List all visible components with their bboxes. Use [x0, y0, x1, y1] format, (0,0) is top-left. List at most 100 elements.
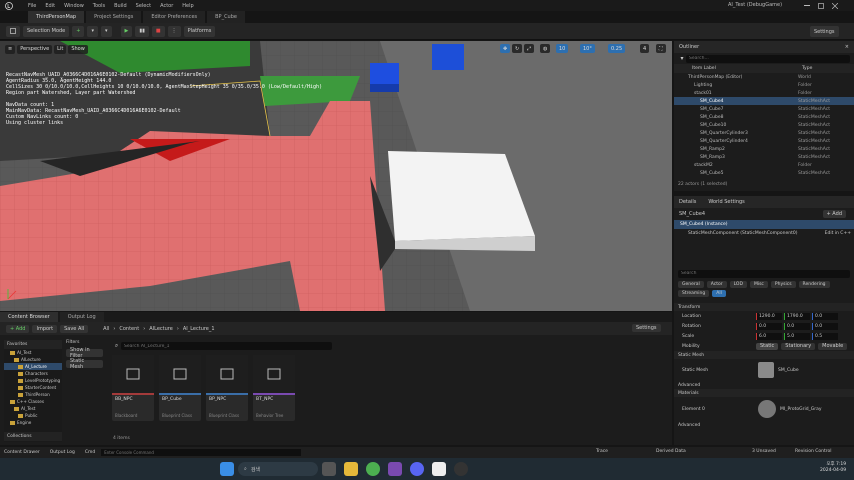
folder-tree-item[interactable]: C++ Classes [4, 398, 62, 405]
scale-tool-button[interactable]: ⤢ [524, 44, 535, 53]
scale-field[interactable]: 5.0 [784, 332, 810, 340]
visual-studio-icon[interactable] [388, 462, 402, 476]
folder-tree-item[interactable]: AI_Test [4, 405, 62, 412]
breadcrumb-item[interactable]: Content [119, 326, 139, 332]
outliner-row[interactable]: SM_Cube5 StaticMeshAct [674, 169, 854, 177]
minimize-icon[interactable] [800, 1, 814, 10]
add-actor-button[interactable]: + [72, 25, 85, 37]
transform-section[interactable]: Transform [674, 303, 854, 311]
chrome-icon[interactable] [366, 462, 380, 476]
static-mesh-value[interactable]: SM_Cube [778, 368, 799, 373]
component-root[interactable]: SM_Cube4 (Instance) [674, 220, 854, 229]
play-button[interactable]: ▶ [120, 25, 133, 37]
material-thumbnail[interactable] [758, 400, 776, 418]
folder-tree-item[interactable]: AILecture [4, 356, 62, 363]
outliner-row[interactable]: SM_Cube4 StaticMeshAct [674, 97, 854, 105]
taskbar-search[interactable]: ⌕ 검색 [238, 462, 318, 476]
mobility-movable[interactable]: Movable [818, 342, 848, 350]
maximize-viewport-button[interactable]: ⛶ [656, 44, 666, 53]
tab-bp-cube[interactable]: BP_Cube [207, 11, 245, 23]
cb-add-button[interactable]: + Add [6, 324, 30, 333]
menu-file[interactable]: File [28, 3, 36, 9]
folder-tree-item[interactable]: LevelPrototyping [4, 377, 62, 384]
filter-icon[interactable]: ▾ [678, 55, 686, 62]
outliner-row[interactable]: SM_Cube10 StaticMeshAct [674, 121, 854, 129]
details-filter-button[interactable]: General [678, 281, 704, 288]
actor-name[interactable]: SM_Cube4 [679, 211, 705, 217]
add-component-button[interactable]: + Add [822, 210, 846, 218]
settings-button[interactable]: Settings [810, 26, 839, 37]
tab-editor-preferences[interactable]: Editor Preferences [143, 11, 206, 23]
folder-tree-item[interactable]: ThirdPerson [4, 391, 62, 398]
rotation-field[interactable]: 0.0 [812, 322, 838, 330]
location-field[interactable]: 1290.0 [756, 312, 782, 320]
outliner-row[interactable]: SM_Ramp2 StaticMeshAct [674, 145, 854, 153]
cmd-dropdown[interactable]: Cmd [85, 450, 95, 455]
outliner-row[interactable]: stack01 Folder [674, 89, 854, 97]
details-filter-button[interactable]: Rendering [798, 281, 830, 288]
breadcrumb-item[interactable]: AI_Lecture_1 [183, 326, 215, 332]
rotate-tool-button[interactable]: ↻ [512, 44, 523, 53]
folder-tree-item[interactable]: Engine [4, 419, 62, 426]
details-filter-button[interactable]: Misc [749, 281, 768, 288]
perspective-button[interactable]: Perspective [17, 44, 53, 54]
grid-snap-button[interactable]: 10 [556, 44, 569, 53]
outliner-row[interactable]: SM_QuarterCylinder3 StaticMeshAct [674, 129, 854, 137]
cb-save-all-button[interactable]: Save All [60, 324, 89, 333]
menu-help[interactable]: Help [182, 3, 193, 9]
menu-window[interactable]: Window [64, 3, 84, 9]
folder-tree-item[interactable]: AI_Test [4, 349, 62, 356]
advanced-toggle-1[interactable]: Advanced [674, 381, 854, 389]
unreal-editor-icon[interactable] [432, 462, 446, 476]
folder-tree-item[interactable]: Public [4, 412, 62, 419]
cb-settings-button[interactable]: Settings [632, 324, 661, 332]
filter-static-mesh-button[interactable]: Static Mesh [66, 358, 103, 370]
trace-button[interactable]: Trace [596, 449, 608, 454]
tab-output-log[interactable]: Output Log [59, 312, 104, 322]
tab-project-settings[interactable]: Project Settings [86, 11, 142, 23]
details-filter-button[interactable]: Streaming [678, 290, 710, 297]
rotation-field[interactable]: 0.0 [756, 322, 782, 330]
close-icon[interactable] [828, 1, 842, 10]
tab-details[interactable]: Details [679, 199, 696, 205]
details-filter-button[interactable]: All [712, 290, 726, 297]
scale-snap-button[interactable]: 0.25 [608, 44, 626, 53]
details-filter-button[interactable]: Actor [706, 281, 727, 288]
breadcrumb-item[interactable]: AILecture [149, 326, 173, 332]
pause-button[interactable]: ▮▮ [135, 25, 149, 37]
revision-control-button[interactable]: Revision Control [795, 449, 832, 454]
menu-edit[interactable]: Edit [45, 3, 55, 9]
camera-speed-button[interactable]: 4 [640, 44, 650, 53]
content-drawer-button[interactable]: Content Drawer [4, 450, 40, 455]
translate-tool-button[interactable]: ✥ [500, 44, 511, 53]
outliner-search-input[interactable] [686, 54, 850, 63]
console-input[interactable] [101, 449, 302, 456]
asset-tile[interactable]: BT_NPC Behavior Tree [253, 355, 295, 421]
details-filter-button[interactable]: LOD [729, 281, 747, 288]
asset-tile[interactable]: BB_NPC Blackboard [112, 355, 154, 421]
collections-header[interactable]: Collections [4, 432, 62, 441]
edit-in-cpp-link[interactable]: Edit in C++ [825, 231, 851, 236]
outliner-row[interactable]: ThirdPersonMap (Editor) World [674, 73, 854, 81]
play-options-button[interactable]: ⋮ [167, 25, 181, 37]
menu-build[interactable]: Build [114, 3, 127, 9]
menu-select[interactable]: Select [136, 3, 151, 9]
windows-start-icon[interactable] [220, 462, 234, 476]
material-value[interactable]: MI_ProtoGrid_Gray [780, 407, 822, 412]
selection-mode-dropdown[interactable]: Selection Mode [23, 25, 70, 37]
discord-icon[interactable] [410, 462, 424, 476]
asset-tile[interactable]: BP_NPC Blueprint Class [206, 355, 248, 421]
folder-tree-item[interactable]: Characters [4, 370, 62, 377]
tab-thirdpersonmap[interactable]: ThirdPersonMap [28, 11, 85, 23]
breadcrumb-item[interactable]: All [103, 326, 109, 332]
static-mesh-section[interactable]: Static Mesh [674, 351, 854, 359]
rotation-snap-button[interactable]: 10° [580, 44, 595, 53]
outliner-row[interactable]: Lighting Folder [674, 81, 854, 89]
blueprint-button[interactable]: ▾ [87, 25, 98, 37]
mobility-static[interactable]: Static [756, 342, 779, 350]
file-explorer-icon[interactable] [344, 462, 358, 476]
outliner-row[interactable]: SM_Cube7 StaticMeshAct [674, 105, 854, 113]
lit-button[interactable]: Lit [54, 44, 67, 54]
close-icon[interactable]: × [845, 44, 849, 50]
save-button[interactable] [6, 25, 20, 37]
